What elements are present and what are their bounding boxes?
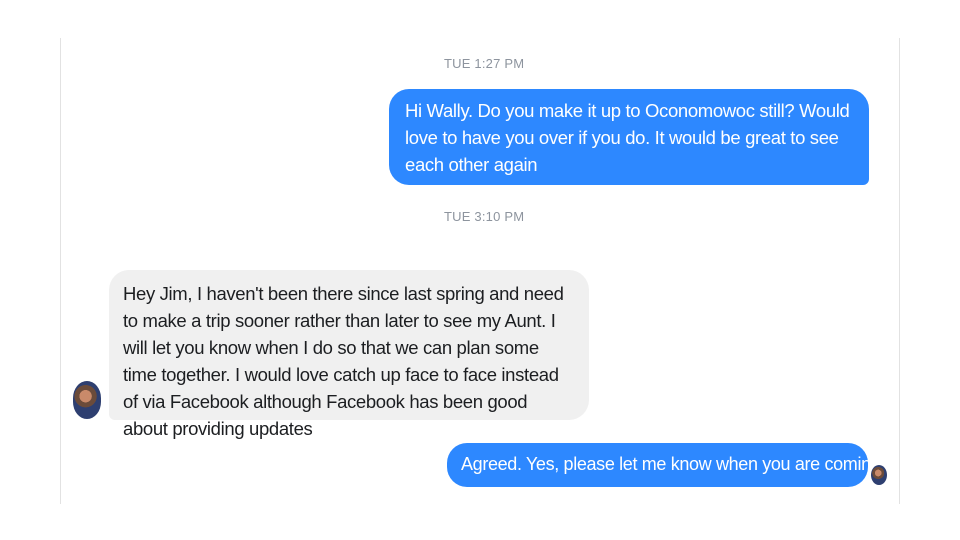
chat-left-border	[60, 38, 61, 504]
sender-avatar[interactable]	[73, 381, 101, 419]
outgoing-message-bubble[interactable]: Hi Wally. Do you make it up to Oconomowo…	[389, 89, 869, 185]
message-timestamp: TUE 3:10 PM	[444, 209, 525, 224]
chat-right-border	[899, 38, 900, 504]
message-timestamp: TUE 1:27 PM	[444, 56, 525, 71]
outgoing-message-bubble[interactable]: Agreed. Yes, please let me know when you…	[447, 443, 885, 487]
seen-avatar	[871, 465, 887, 485]
incoming-message-bubble[interactable]: Hey Jim, I haven't been there since last…	[109, 270, 589, 439]
